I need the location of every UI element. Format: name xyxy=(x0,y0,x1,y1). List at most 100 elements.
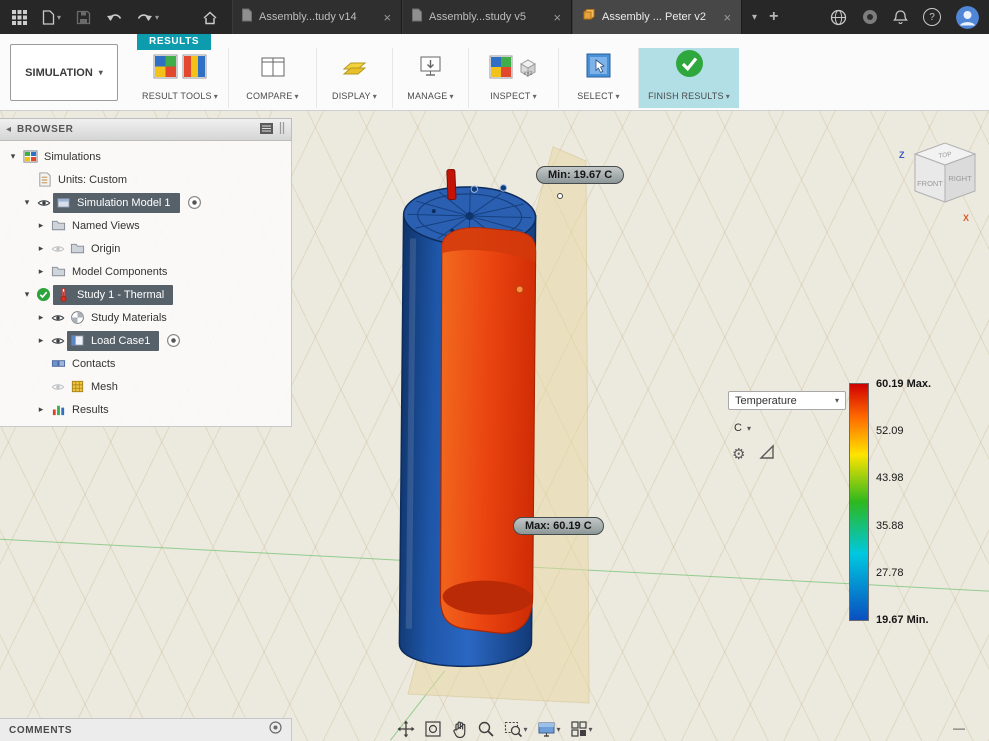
browser-panel-header[interactable]: ◂ BROWSER xyxy=(0,118,292,141)
zoom-icon[interactable] xyxy=(476,720,494,738)
finish-check-icon[interactable] xyxy=(674,48,705,84)
comments-bar[interactable]: COMMENTS xyxy=(0,718,292,741)
tree-node-body[interactable]: Named Views xyxy=(48,216,149,236)
expander-toggle-icon[interactable]: ▾ xyxy=(6,151,20,162)
orbit-icon[interactable] xyxy=(423,720,441,738)
browser-tree-row[interactable]: ▸ Study Materials xyxy=(0,306,291,329)
document-tab[interactable]: Assembly...tudy v14 × xyxy=(232,0,403,34)
document-tab-active[interactable]: Assembly ... Peter v2 × xyxy=(572,0,743,34)
workspace-switcher[interactable]: SIMULATION ▾ xyxy=(10,44,118,101)
tree-node-body[interactable]: Mesh xyxy=(67,377,127,397)
view-cube[interactable]: Z X TOP FRONT RIGHT xyxy=(893,138,981,231)
home-button[interactable] xyxy=(202,10,218,25)
expander-toggle-icon[interactable]: ▸ xyxy=(34,335,48,346)
legend-unit-select[interactable]: C ▾ xyxy=(728,422,846,434)
activate-radio-icon[interactable] xyxy=(166,333,181,348)
compare-windows-icon[interactable] xyxy=(260,55,286,84)
tree-node-body[interactable]: Contacts xyxy=(48,354,124,374)
group-finish-results[interactable]: FINISH RESULTS ▾ xyxy=(639,48,739,108)
document-tabs: Assembly...tudy v14 × Assembly...study v… xyxy=(232,0,743,34)
app-grid-icon[interactable] xyxy=(12,9,27,25)
visibility-eye-off-icon[interactable] xyxy=(48,380,67,394)
group-label[interactable]: MANAGE xyxy=(407,91,447,101)
manage-monitor-icon[interactable] xyxy=(418,54,443,84)
tree-node-body[interactable]: Model Components xyxy=(48,262,176,282)
expander-toggle-icon[interactable]: ▾ xyxy=(20,289,34,300)
expander-toggle-icon[interactable]: ▸ xyxy=(34,220,48,231)
redo-button[interactable]: ▾ xyxy=(137,10,159,24)
study-solved-check-icon[interactable] xyxy=(34,287,53,302)
active-document-icon xyxy=(581,7,596,27)
select-cursor-icon[interactable] xyxy=(585,52,612,84)
tab-list-chevron-icon[interactable]: ▾ xyxy=(752,12,757,23)
navbar-collapse-dash[interactable]: — xyxy=(953,721,965,735)
close-icon[interactable]: × xyxy=(721,11,733,24)
help-icon[interactable]: ? xyxy=(923,8,941,26)
panel-grip-icon[interactable] xyxy=(279,121,285,139)
browser-tree-row[interactable]: Units: Custom xyxy=(0,168,291,191)
new-tab-button[interactable]: + xyxy=(769,8,778,26)
pan-move-icon[interactable] xyxy=(396,720,414,738)
tree-node-body[interactable]: Simulation Model 1 xyxy=(53,192,180,213)
legend-settings-gear-icon[interactable]: ⚙ xyxy=(732,447,745,462)
tree-node-body[interactable]: Simulations xyxy=(20,147,110,167)
browser-tree-row[interactable]: ▸ Load Case1 xyxy=(0,329,291,352)
result-contours-icon[interactable] xyxy=(153,54,178,84)
web-globe-icon[interactable] xyxy=(830,9,847,26)
group-label[interactable]: FINISH RESULTS xyxy=(648,91,724,101)
tree-node-label: Origin xyxy=(91,242,121,255)
browser-tree-row[interactable]: Mesh xyxy=(0,375,291,398)
visibility-eye-icon[interactable] xyxy=(34,196,53,210)
legend-quantity-select[interactable]: Temperature ▾ xyxy=(728,391,846,410)
visibility-eye-icon[interactable] xyxy=(48,334,67,348)
pan-hand-icon[interactable] xyxy=(450,720,467,738)
close-icon[interactable]: × xyxy=(551,11,563,24)
display-settings-icon[interactable]: ▾ xyxy=(536,720,561,738)
file-menu-button[interactable]: ▾ xyxy=(42,9,61,25)
group-label[interactable]: DISPLAY xyxy=(332,91,371,101)
browser-tree-row[interactable]: ▾ Simulation Model 1 xyxy=(0,191,291,214)
tree-node-body[interactable]: Units: Custom xyxy=(34,170,136,190)
browser-tree-row[interactable]: ▸ Named Views xyxy=(0,214,291,237)
expander-toggle-icon[interactable]: ▸ xyxy=(34,404,48,415)
browser-tree-row[interactable]: ▾ Study 1 - Thermal xyxy=(0,283,291,306)
group-label[interactable]: RESULT TOOLS xyxy=(142,91,212,101)
visibility-eye-off-icon[interactable] xyxy=(48,242,67,256)
grid-settings-icon[interactable]: ▾ xyxy=(570,720,593,738)
document-tab[interactable]: Assembly...study v5 × xyxy=(402,0,573,34)
result-legend-icon[interactable] xyxy=(182,54,207,84)
save-button[interactable] xyxy=(76,10,91,25)
expander-toggle-icon[interactable]: ▾ xyxy=(20,197,34,208)
close-icon[interactable]: × xyxy=(381,11,393,24)
expander-toggle-icon[interactable]: ▸ xyxy=(34,243,48,254)
display-planes-icon[interactable] xyxy=(341,55,368,84)
browser-tree-row[interactable]: Contacts xyxy=(0,352,291,375)
tree-node-body[interactable]: Study 1 - Thermal xyxy=(53,284,174,305)
comments-expand-icon[interactable] xyxy=(269,721,282,739)
job-status-icon[interactable] xyxy=(862,9,878,25)
tree-node-body[interactable]: Study Materials xyxy=(67,308,176,328)
panel-menu-icon[interactable] xyxy=(260,121,273,139)
tree-node-body[interactable]: Origin xyxy=(67,239,129,259)
browser-tree-row[interactable]: ▸ Model Components xyxy=(0,260,291,283)
group-label[interactable]: INSPECT xyxy=(490,91,530,101)
tree-node-body[interactable]: Results xyxy=(48,400,118,420)
collapse-panel-icon[interactable]: ◂ xyxy=(6,124,11,135)
browser-tree-row[interactable]: ▸ Origin xyxy=(0,237,291,260)
fit-view-icon[interactable]: ▾ xyxy=(503,720,527,738)
inspect-results-icon[interactable] xyxy=(489,55,513,84)
visibility-eye-icon[interactable] xyxy=(48,311,67,325)
expander-toggle-icon[interactable]: ▸ xyxy=(34,266,48,277)
group-label[interactable]: COMPARE xyxy=(246,91,292,101)
undo-button[interactable] xyxy=(106,10,122,24)
browser-tree-row[interactable]: ▾ Simulations xyxy=(0,145,291,168)
expander-toggle-icon[interactable]: ▸ xyxy=(34,312,48,323)
activate-radio-icon[interactable] xyxy=(187,195,202,210)
notifications-bell-icon[interactable] xyxy=(893,9,908,25)
tree-node-body[interactable]: Load Case1 xyxy=(67,330,160,351)
user-avatar[interactable] xyxy=(956,5,979,29)
legend-scale-icon[interactable] xyxy=(759,444,775,465)
group-label[interactable]: SELECT xyxy=(577,91,613,101)
inspect-xyz-icon[interactable]: xyz xyxy=(517,57,539,84)
browser-tree-row[interactable]: ▸ Results xyxy=(0,398,291,421)
